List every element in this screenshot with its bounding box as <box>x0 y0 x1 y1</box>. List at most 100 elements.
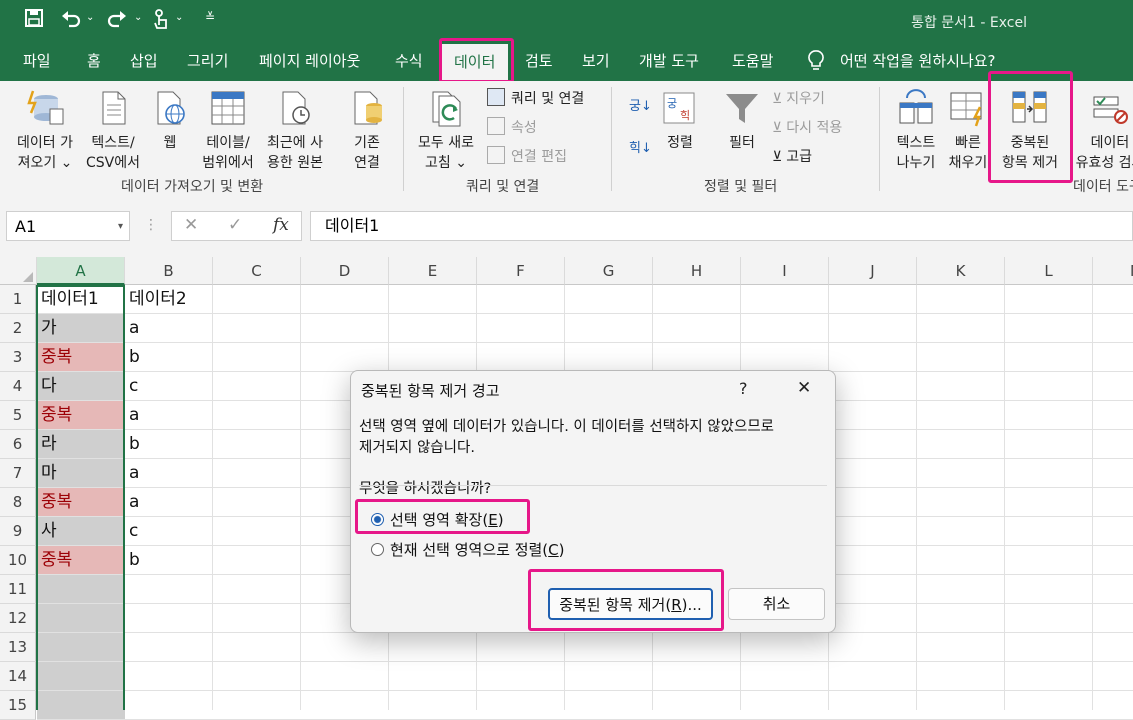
option-expand-selection[interactable]: 선택 영역 확장(E) <box>371 509 504 530</box>
formula-input[interactable]: 데이터1 <box>310 211 1133 241</box>
row-header[interactable]: 9 <box>0 517 36 546</box>
close-icon[interactable]: ✕ <box>797 378 811 398</box>
from-csv-button[interactable]: 텍스트/ CSV에서 <box>80 89 146 173</box>
col-header-l[interactable]: L <box>1005 257 1093 285</box>
row-header[interactable]: 13 <box>0 633 36 662</box>
radio-selected-icon[interactable] <box>371 513 384 526</box>
data-validation-button[interactable]: 데이터 유효성 검사 <box>1070 89 1133 173</box>
select-all-corner[interactable] <box>0 257 37 285</box>
cell-a5[interactable]: 중복 <box>37 401 125 430</box>
remove-duplicates-button[interactable]: 중복된 항목 제거 <box>994 89 1066 173</box>
get-data-button[interactable]: 데이터 가 져오기 ⌄ <box>12 89 78 173</box>
row-header[interactable]: 2 <box>0 314 36 343</box>
sort-asc-icon[interactable]: 궁↓ <box>629 95 652 114</box>
col-header-m[interactable]: M <box>1093 257 1133 285</box>
cancel-icon[interactable]: ✕ <box>184 215 198 235</box>
enter-icon[interactable]: ✓ <box>228 215 242 235</box>
undo-dropdown-icon[interactable]: ⌄ <box>86 12 94 23</box>
cell-a4[interactable]: 다 <box>37 372 125 401</box>
col-header-f[interactable]: F <box>477 257 565 285</box>
recent-sources-button[interactable]: 최근에 사 용한 원본 <box>262 89 328 173</box>
queries-connections-button[interactable]: 쿼리 및 연결 <box>487 88 584 108</box>
col-header-a[interactable]: A <box>37 257 125 285</box>
row-header[interactable]: 15 <box>0 691 36 720</box>
col-header-e[interactable]: E <box>389 257 477 285</box>
tab-home[interactable]: 홈 <box>87 50 101 71</box>
cell-a6[interactable]: 라 <box>37 430 125 459</box>
name-box-dropdown-icon[interactable]: ▾ <box>118 212 123 242</box>
row-header[interactable]: 3 <box>0 343 36 372</box>
tab-insert[interactable]: 삽입 <box>130 50 158 71</box>
reapply-button[interactable]: ⊻ 다시 적용 <box>772 117 842 137</box>
text-to-columns-button[interactable]: 텍스트 나누기 <box>887 89 945 173</box>
help-icon[interactable]: ? <box>739 379 748 398</box>
flash-fill-button[interactable]: 빠른 채우기 <box>946 89 990 173</box>
radio-unselected-icon[interactable] <box>371 543 384 556</box>
cell-a8[interactable]: 중복 <box>37 488 125 517</box>
lightbulb-icon[interactable] <box>806 49 826 75</box>
cell-a2[interactable]: 가 <box>37 314 125 343</box>
cell-b2[interactable]: a <box>125 314 213 343</box>
row-header[interactable]: 1 <box>0 285 36 314</box>
row-header[interactable]: 5 <box>0 401 36 430</box>
tab-review[interactable]: 검토 <box>525 50 553 71</box>
from-table-button[interactable]: 테이블/ 범위에서 <box>195 89 261 173</box>
tab-draw[interactable]: 그리기 <box>187 50 228 71</box>
tell-me-search[interactable]: 어떤 작업을 원하시나요? <box>840 50 996 71</box>
col-header-i[interactable]: I <box>741 257 829 285</box>
row-header[interactable]: 6 <box>0 430 36 459</box>
row-header[interactable]: 14 <box>0 662 36 691</box>
cell-a10[interactable]: 중복 <box>37 546 125 575</box>
cell-b1[interactable]: 데이터2 <box>125 285 213 314</box>
col-header-b[interactable]: B <box>125 257 213 285</box>
cell-a1[interactable]: 데이터1 <box>37 285 125 314</box>
cell-b9[interactable]: c <box>125 517 213 546</box>
tab-developer[interactable]: 개발 도구 <box>639 50 699 71</box>
clear-filter-button[interactable]: ⊻ 지우기 <box>772 88 825 108</box>
name-box[interactable]: A1 ▾ <box>6 211 130 241</box>
save-icon[interactable] <box>24 8 44 33</box>
row-header[interactable]: 11 <box>0 575 36 604</box>
cell-b6[interactable]: b <box>125 430 213 459</box>
col-header-c[interactable]: C <box>213 257 301 285</box>
tab-view[interactable]: 보기 <box>582 50 610 71</box>
col-header-h[interactable]: H <box>653 257 741 285</box>
cell-b7[interactable]: a <box>125 459 213 488</box>
col-header-j[interactable]: J <box>829 257 917 285</box>
row-header[interactable]: 8 <box>0 488 36 517</box>
cell-b4[interactable]: c <box>125 372 213 401</box>
cancel-button[interactable]: 취소 <box>728 588 825 620</box>
undo-icon[interactable] <box>60 8 82 33</box>
redo-icon[interactable] <box>106 8 128 33</box>
cell-a9[interactable]: 사 <box>37 517 125 546</box>
cell-b5[interactable]: a <box>125 401 213 430</box>
existing-connections-button[interactable]: 기존 연결 <box>342 89 392 173</box>
tab-data[interactable]: 데이터 <box>441 44 509 81</box>
col-header-g[interactable]: G <box>565 257 653 285</box>
col-header-d[interactable]: D <box>301 257 389 285</box>
tab-help[interactable]: 도움말 <box>732 50 773 71</box>
sort-button[interactable]: 궁힉 정렬 <box>660 89 700 153</box>
properties-button[interactable]: 속성 <box>487 117 537 137</box>
col-header-k[interactable]: K <box>917 257 1005 285</box>
tab-file[interactable]: 파일 <box>23 50 51 71</box>
remove-duplicates-confirm-button[interactable]: 중복된 항목 제거(R)... <box>548 588 713 620</box>
cell-b3[interactable]: b <box>125 343 213 372</box>
filter-button[interactable]: 필터 <box>722 89 762 153</box>
cell-a7[interactable]: 마 <box>37 459 125 488</box>
refresh-all-button[interactable]: 모두 새로 고침 ⌄ <box>410 89 482 173</box>
touch-mode-icon[interactable] <box>152 8 170 35</box>
row-header[interactable]: 7 <box>0 459 36 488</box>
edit-links-button[interactable]: 연결 편집 <box>487 146 567 166</box>
touch-dropdown-icon[interactable]: ⌄ <box>175 12 183 23</box>
tab-formulas[interactable]: 수식 <box>395 50 423 71</box>
sort-desc-icon[interactable]: 힉↓ <box>629 137 652 156</box>
row-header[interactable]: 12 <box>0 604 36 633</box>
cell-b8[interactable]: a <box>125 488 213 517</box>
row-header[interactable]: 4 <box>0 372 36 401</box>
row-header[interactable]: 10 <box>0 546 36 575</box>
from-web-button[interactable]: 웹 <box>148 89 192 153</box>
cell-b10[interactable]: b <box>125 546 213 575</box>
insert-function-icon[interactable]: fx <box>273 215 289 235</box>
redo-dropdown-icon[interactable]: ⌄ <box>134 12 142 23</box>
